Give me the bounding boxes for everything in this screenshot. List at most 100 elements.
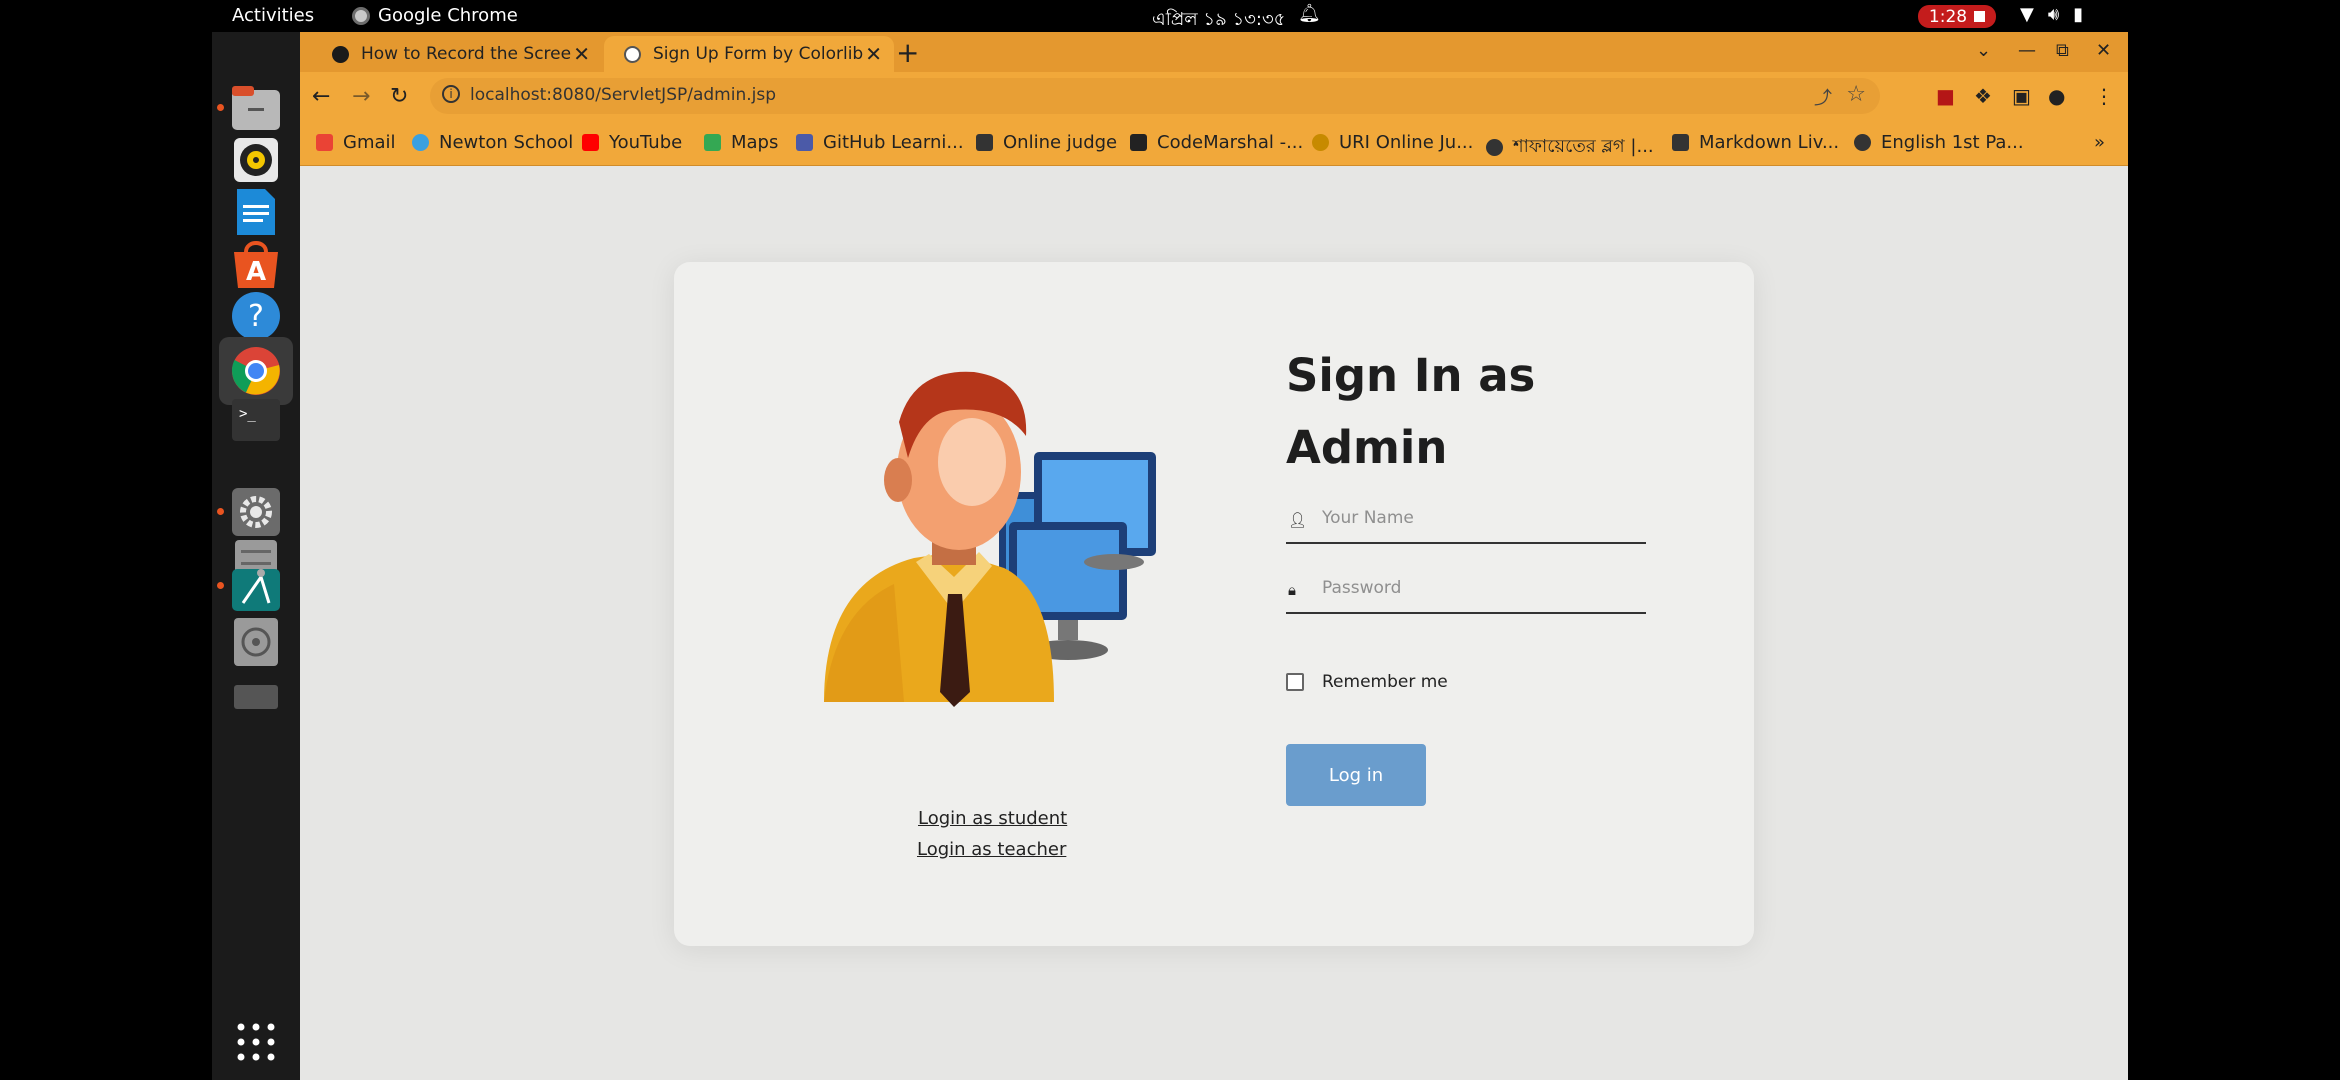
- back-button[interactable]: ←: [312, 84, 330, 109]
- extension-red-icon[interactable]: ■: [1936, 84, 1955, 108]
- remember-me[interactable]: Remember me: [1286, 672, 1448, 692]
- close-window-button[interactable]: ✕: [2096, 40, 2111, 61]
- bookmark-english-1st-paper[interactable]: English 1st Pa...: [1854, 132, 2024, 153]
- codemarshal-icon: [1130, 134, 1147, 151]
- screen-recording-indicator[interactable]: 1:28: [1918, 5, 1996, 28]
- bookmark-label: Online judge: [1003, 132, 1118, 153]
- bookmark-online-judge[interactable]: Online judge: [976, 132, 1117, 153]
- remember-me-label: Remember me: [1322, 672, 1448, 692]
- settings-icon[interactable]: [228, 484, 284, 540]
- globe-icon: [624, 45, 641, 63]
- forward-button[interactable]: →: [352, 84, 370, 109]
- profile-avatar[interactable]: ●: [2048, 84, 2065, 108]
- notification-icon: 🔔︎: [1298, 3, 1321, 24]
- name-field[interactable]: 👤︎: [1286, 502, 1646, 544]
- bookmark-github-learning[interactable]: GitHub Learni...: [796, 132, 964, 153]
- restore-button[interactable]: ⧉: [2056, 40, 2069, 61]
- system-tray[interactable]: ▼ 🔊︎ ▮: [2020, 4, 2083, 25]
- bookmark-label: Markdown Liv...: [1699, 132, 1840, 153]
- login-button[interactable]: Log in: [1286, 744, 1426, 806]
- tab-strip: How to Record the Screen ✕ Sign Up Form …: [300, 32, 2128, 72]
- bookmark-maps[interactable]: Maps: [704, 132, 778, 153]
- bookmark-label: Maps: [731, 132, 779, 153]
- url-text: localhost:8080/ServletJSP/admin.jsp: [470, 85, 776, 105]
- share-icon[interactable]: ⤴: [1814, 84, 1832, 110]
- writer-icon[interactable]: [228, 184, 284, 240]
- rhythmbox-icon[interactable]: [228, 132, 284, 188]
- bookmark-label: শাফায়েতের ব্লগ |...: [1513, 136, 1654, 157]
- android-studio-icon[interactable]: [228, 560, 284, 616]
- bookmark-label: Newton School: [439, 132, 574, 153]
- bookmark-markdown-live[interactable]: Markdown Liv...: [1672, 132, 1839, 153]
- folder-icon: [976, 134, 993, 151]
- bookmarks-bar: Gmail Newton School YouTube Maps GitHub …: [300, 122, 2128, 166]
- uri-icon: [1312, 134, 1329, 151]
- bookmark-uri-online-judge[interactable]: URI Online Ju...: [1312, 132, 1473, 153]
- tab-title: How to Record the Screen: [361, 44, 571, 64]
- running-indicator: [217, 582, 224, 589]
- disk-icon[interactable]: [228, 614, 284, 670]
- running-indicator: [217, 104, 224, 111]
- stop-icon: [1974, 11, 1986, 22]
- bookmark-label: URI Online Ju...: [1339, 132, 1474, 153]
- new-tab-button[interactable]: +: [896, 36, 919, 69]
- address-bar[interactable]: i localhost:8080/ServletJSP/admin.jsp ⤴ …: [430, 78, 1880, 114]
- bookmark-label: Gmail: [343, 132, 396, 153]
- extensions-puzzle-icon[interactable]: ❖: [1974, 84, 1992, 108]
- tab-search-icon[interactable]: ⌄: [1976, 40, 1991, 61]
- tab-favicon: [332, 45, 349, 63]
- minimize-button[interactable]: —: [2018, 40, 2036, 61]
- help-icon[interactable]: ?: [228, 288, 284, 344]
- apps-grid-icon[interactable]: [228, 1014, 284, 1070]
- bookmarks-overflow-icon[interactable]: »: [2094, 132, 2105, 153]
- tab-close-icon[interactable]: ✕: [865, 42, 882, 66]
- bookmark-label: YouTube: [609, 132, 683, 153]
- remember-me-checkbox[interactable]: [1286, 673, 1304, 691]
- maps-icon: [704, 134, 721, 151]
- files-icon[interactable]: [228, 80, 284, 136]
- reload-button[interactable]: ↻: [390, 84, 408, 109]
- admin-illustration: [824, 371, 1156, 707]
- login-as-student-link[interactable]: Login as student: [918, 808, 1067, 829]
- globe-icon: [1486, 139, 1503, 156]
- app-menu[interactable]: Google Chrome: [352, 5, 518, 26]
- volume-icon: 🔊︎: [2047, 4, 2060, 25]
- removable-drive-icon[interactable]: [228, 668, 284, 724]
- github-learning-icon: [796, 134, 813, 151]
- bookmark-codemarshal[interactable]: CodeMarshal -...: [1130, 132, 1303, 153]
- bookmark-newton-school[interactable]: Newton School: [412, 132, 573, 153]
- newton-school-icon: [412, 134, 429, 151]
- app-menu-label: Google Chrome: [378, 5, 518, 26]
- bookmark-star-icon[interactable]: ☆: [1846, 82, 1866, 107]
- menu-kebab-icon[interactable]: ⋮: [2094, 84, 2114, 108]
- bookmark-label: CodeMarshal -...: [1157, 132, 1304, 153]
- bookmark-gmail[interactable]: Gmail: [316, 132, 396, 153]
- name-input[interactable]: [1322, 508, 1642, 528]
- software-center-icon[interactable]: A: [228, 236, 284, 292]
- password-input[interactable]: [1322, 578, 1642, 598]
- tab-close-icon[interactable]: ✕: [573, 42, 590, 66]
- recording-time: 1:28: [1928, 6, 1968, 27]
- wifi-icon: ▼: [2020, 4, 2034, 25]
- youtube-icon: [582, 134, 599, 151]
- side-panel-icon[interactable]: ▣: [2012, 84, 2031, 108]
- bookmark-shafayet-blog[interactable]: শাফায়েতের ব্লগ |...: [1486, 132, 1654, 163]
- tab-sign-up-form[interactable]: Sign Up Form by Colorlib ✕: [604, 36, 894, 72]
- tab-record-screen[interactable]: How to Record the Screen ✕: [312, 36, 602, 72]
- bookmark-label: English 1st Pa...: [1881, 132, 2024, 153]
- bookmark-label: GitHub Learni...: [823, 132, 964, 153]
- bookmark-youtube[interactable]: YouTube: [582, 132, 682, 153]
- site-info-icon[interactable]: i: [442, 85, 460, 103]
- title-line-2: Admin: [1286, 421, 1448, 474]
- system-top-bar: Activities Google Chrome এপ্রিল ১৯ ১৩:৩৫…: [212, 0, 2128, 32]
- terminal-icon[interactable]: >_: [228, 392, 284, 448]
- browser-window: How to Record the Screen ✕ Sign Up Form …: [300, 32, 2128, 1080]
- title-line-1: Sign In as: [1286, 349, 1536, 402]
- login-as-teacher-link[interactable]: Login as teacher: [917, 839, 1066, 860]
- password-field[interactable]: 🔒︎: [1286, 572, 1646, 614]
- activities-button[interactable]: Activities: [232, 5, 314, 26]
- lock-icon: 🔒︎: [1288, 581, 1296, 599]
- svg-text:?: ?: [248, 299, 264, 334]
- globe-icon: [1854, 134, 1871, 151]
- page-title: Sign In as Admin: [1286, 340, 1666, 484]
